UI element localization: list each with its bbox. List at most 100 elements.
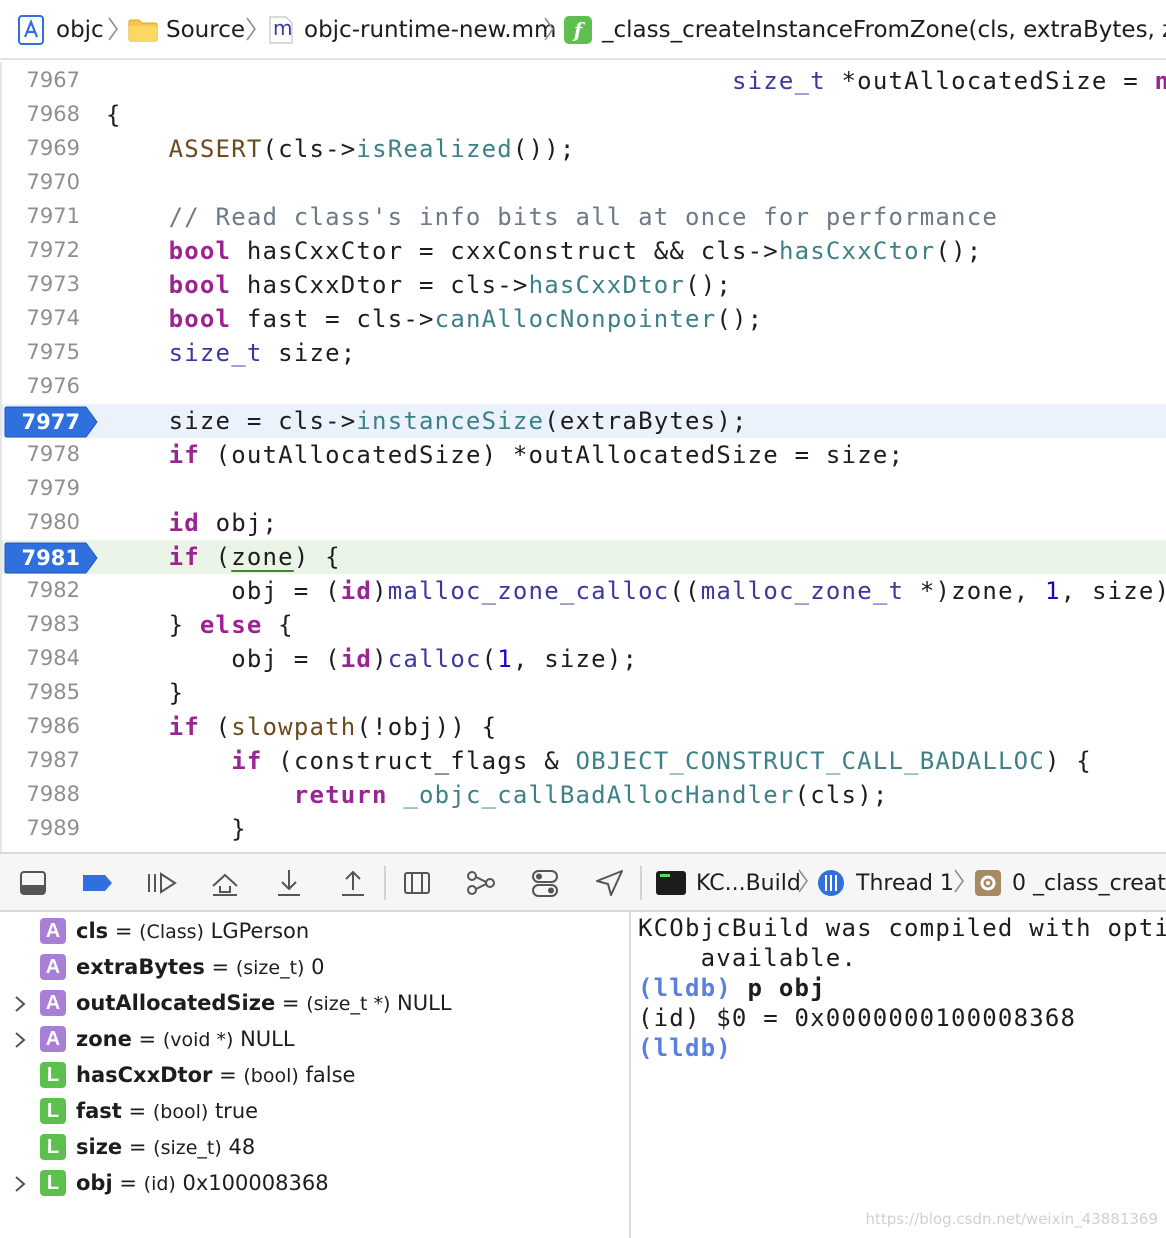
code-line[interactable]: 7978 if (outAllocatedSize) *outAllocated… [2,438,1166,472]
disclosure-triangle-icon[interactable] [12,1173,28,1195]
simulate-location-button[interactable] [592,866,626,900]
environment-overrides-button[interactable] [528,866,562,900]
code-line[interactable]: 7968 { [2,98,1166,132]
equals-sign: = [211,955,230,979]
breakpoints-toggle-button[interactable] [80,866,114,900]
line-number[interactable]: 7987 [2,748,80,772]
step-out-icon [342,870,364,896]
variable-row[interactable]: A cls = (Class) LGPerson [0,914,629,950]
view-hierarchy-button[interactable] [400,866,434,900]
code-line[interactable]: 7982 obj = (id)malloc_zone_calloc((mallo… [2,574,1166,608]
code-line-program-counter[interactable]: 7981 if (zone) { [2,540,1166,574]
lldb-console[interactable]: KCObjcBuild was compiled with optimi ava… [633,912,1166,1238]
code-line[interactable]: 7985 } [2,676,1166,710]
console-input-line[interactable]: (lldb) [638,1034,732,1062]
line-number[interactable]: 7971 [2,204,80,228]
chevron-right-icon [244,14,258,44]
console-command: p obj [731,974,826,1002]
code-line[interactable]: 7983 } else { [2,608,1166,642]
thread-crumb[interactable]: Thread 1 [816,866,954,900]
equals-sign: = [128,1099,147,1123]
line-number[interactable]: 7974 [2,306,80,330]
step-into-button[interactable] [272,866,306,900]
variable-row[interactable]: A extraBytes = (size_t) 0 [0,950,629,986]
line-number[interactable]: 7972 [2,238,80,262]
line-number[interactable]: 7985 [2,680,80,704]
jump-bar-item-function[interactable]: f _class_createInstanceFromZone(cls, ext… [564,12,1166,48]
code-line[interactable]: 7970 [2,166,1166,200]
environment-overrides-icon [532,870,558,897]
code-line[interactable]: 7976 [2,370,1166,404]
lldb-prompt: (lldb) [638,974,732,1002]
breakpoint-marker[interactable]: 7977 [4,406,98,438]
code-line[interactable]: 7988 return _objc_callBadAllocHandler(cl… [2,778,1166,812]
variable-type: (size_t *) [306,993,391,1015]
watermark: https://blog.csdn.net/weixin_43881369 [865,1210,1158,1228]
crumb-label: Thread 1 [856,870,954,896]
code-text: bool fast = cls->canAllocNonpointer(); [168,305,764,333]
step-over-button[interactable] [208,866,242,900]
jump-bar-item-file[interactable]: m objc-runtime-new.mm [268,12,556,48]
line-number[interactable]: 7975 [2,340,80,364]
memory-graph-icon [467,871,495,895]
line-number[interactable]: 7968 [2,102,80,126]
code-line[interactable]: 7967 size_t *outAllocatedSize = nil) [2,64,1166,98]
variable-name: obj [76,1171,113,1195]
code-line[interactable]: 7972 bool hasCxxCtor = cxxConstruct && c… [2,234,1166,268]
variable-row[interactable]: A zone = (void *) NULL [0,1022,629,1058]
toolbar-divider [640,866,642,900]
code-line[interactable]: 7973 bool hasCxxDtor = cls->hasCxxDtor()… [2,268,1166,302]
jump-bar-item-project[interactable]: objc [18,12,104,48]
argument-badge-icon: A [40,1026,66,1052]
chevron-right-icon [106,14,120,44]
code-line[interactable]: 7975 size_t size; [2,336,1166,370]
code-line[interactable]: 7984 obj = (id)calloc(1, size); [2,642,1166,676]
code-line[interactable]: 7971 // Read class's info bits all at on… [2,200,1166,234]
line-number[interactable]: 7970 [2,170,80,194]
line-number[interactable]: 7969 [2,136,80,160]
step-out-button[interactable] [336,866,370,900]
stack-frame-crumb[interactable]: 0 _class_creat [974,866,1166,900]
disclosure-triangle-icon[interactable] [12,993,28,1015]
code-line[interactable]: 7989 } [2,812,1166,846]
continue-button[interactable] [144,866,178,900]
disclosure-triangle-icon[interactable] [12,1029,28,1051]
chevron-right-icon [952,866,966,896]
line-number[interactable]: 7984 [2,646,80,670]
variable-value: true [214,1099,259,1123]
code-text: bool hasCxxCtor = cxxConstruct && cls->h… [168,237,983,265]
code-line[interactable]: 7986 if (slowpath(!obj)) { [2,710,1166,744]
variable-row[interactable]: L size = (size_t) 48 [0,1130,629,1166]
code-line[interactable]: 7974 bool fast = cls->canAllocNonpointer… [2,302,1166,336]
code-line[interactable]: 7979 [2,472,1166,506]
variable-row[interactable]: A outAllocatedSize = (size_t *) NULL [0,986,629,1022]
line-number[interactable]: 7967 [2,68,80,92]
variable-row[interactable]: L fast = (bool) true [0,1094,629,1130]
line-number[interactable]: 7978 [2,442,80,466]
variable-row[interactable]: L obj = (id) 0x100008368 [0,1166,629,1202]
code-line[interactable]: 7969 ASSERT(cls->isRealized()); [2,132,1166,166]
line-number[interactable]: 7989 [2,816,80,840]
line-number[interactable]: 7976 [2,374,80,398]
breakpoint-marker[interactable]: 7981 [4,542,98,574]
line-number[interactable]: 7986 [2,714,80,738]
variable-row[interactable]: L hasCxxDtor = (bool) false [0,1058,629,1094]
line-number[interactable]: 7973 [2,272,80,296]
jump-bar-item-source[interactable]: Source [128,12,245,48]
code-line-current[interactable]: 7977 size = cls->instanceSize(extraBytes… [2,404,1166,438]
hide-debug-area-button[interactable] [16,866,50,900]
code-line[interactable]: 7980 id obj; [2,506,1166,540]
terminal-icon [656,871,686,895]
source-editor[interactable]: 7967 size_t *outAllocatedSize = nil) 796… [0,62,1166,852]
local-badge-icon: L [40,1170,66,1196]
memory-graph-button[interactable] [464,866,498,900]
variables-view[interactable]: A cls = (Class) LGPerson A extraBytes = … [0,912,631,1238]
line-number[interactable]: 7983 [2,612,80,636]
code-line[interactable]: 7987 if (construct_flags & OBJECT_CONSTR… [2,744,1166,778]
line-number[interactable]: 7988 [2,782,80,806]
line-number[interactable]: 7982 [2,578,80,602]
argument-badge-icon: A [40,954,66,980]
line-number[interactable]: 7979 [2,476,80,500]
process-crumb[interactable]: KC...Build [656,866,801,900]
line-number[interactable]: 7980 [2,510,80,534]
